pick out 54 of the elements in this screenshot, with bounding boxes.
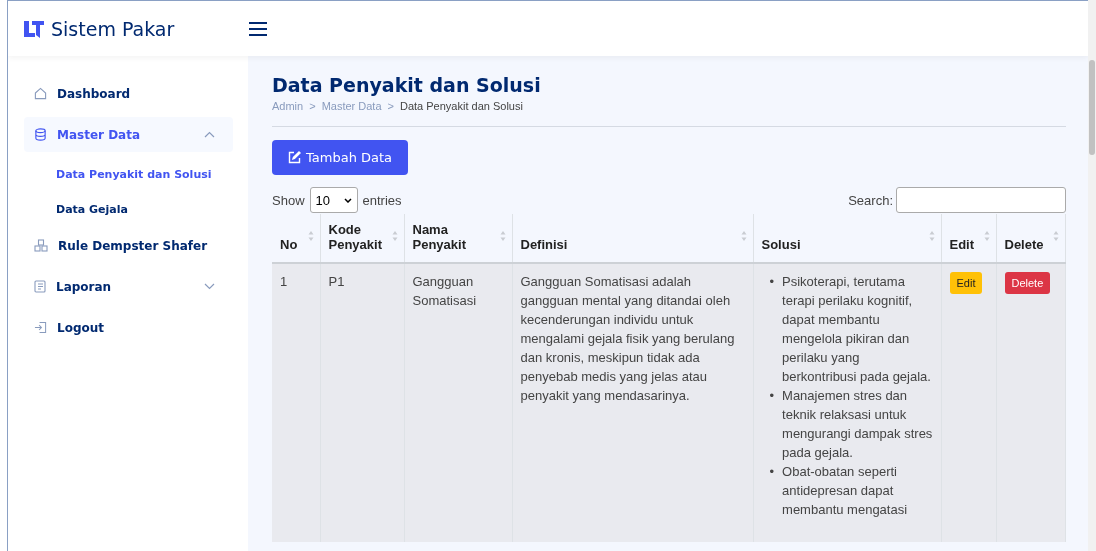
document-icon [34, 280, 46, 293]
sort-icon[interactable] [499, 230, 506, 242]
breadcrumb-separator: > [387, 100, 394, 112]
cubes-icon [34, 239, 48, 252]
column-header[interactable]: Kode Penyakit [320, 214, 404, 263]
sort-icon[interactable] [740, 230, 747, 242]
page-title: Data Penyakit dan Solusi [272, 74, 542, 96]
show-label: Show [272, 192, 305, 208]
table-cell: 1 [280, 274, 288, 289]
entries-label: entries [362, 192, 402, 208]
sort-icon[interactable] [983, 230, 990, 242]
sort-icon[interactable] [307, 230, 314, 242]
search-label: Search: [848, 192, 893, 208]
delete-button[interactable]: Delete [1004, 272, 1051, 294]
solution-text: Obat-obatan seperti antidepresan dapat membantu mengatasi [782, 463, 909, 519]
sidebar-item[interactable]: Logout [24, 310, 233, 345]
menu-icon[interactable] [248, 20, 268, 37]
edit-icon [288, 151, 301, 164]
column-header[interactable]: Solusi [753, 214, 941, 263]
home-icon [34, 87, 47, 100]
logo-icon [23, 18, 45, 39]
bullet: • [769, 387, 775, 405]
database-icon [34, 128, 47, 141]
scrollbar[interactable] [1088, 0, 1096, 551]
add-data-button[interactable]: Tambah Data [272, 140, 409, 175]
solution-text: Psikoterapi, terutama terapi perilaku kognitif, dapat membantu mengelola pikiran dan perilaku yang berkontribusi pada gejala. [782, 273, 932, 386]
column-header[interactable]: Nama Penyakit [404, 214, 512, 263]
table-cell: Gangguan Somatisasi [412, 274, 477, 308]
brand-title: Sistem Pakar [51, 17, 175, 40]
sort-icon[interactable] [928, 230, 935, 242]
column-header[interactable]: Edit [941, 214, 996, 263]
column-header[interactable]: No [272, 214, 320, 263]
sidebar-subitem[interactable]: Data Gejala [24, 193, 233, 226]
sidebar-item[interactable]: Laporan [24, 269, 233, 304]
breadcrumb-item: Data Penyakit dan Solusi [400, 100, 523, 112]
solution-text: Manajemen stres dan teknik relaksasi untuk mengurangi dampak stres pada gejala. [782, 387, 933, 462]
bullet: • [769, 463, 775, 481]
caret-icon [343, 197, 352, 203]
sidebar-subitem[interactable]: Data Penyakit dan Solusi [24, 158, 233, 191]
sort-icon[interactable] [1052, 230, 1059, 242]
logout-icon [34, 321, 47, 334]
sidebar-item[interactable]: Master Data [24, 117, 233, 152]
table-cell: Gangguan Somatisasi adalah gangguan mental yang ditandai oleh kecenderungan individu untuk mengalami gejala fisik yang berulang dan kronis, meskipun tidak ada penyebab medis yang jelas atau penyakit yang mendasarinya. [520, 274, 735, 403]
breadcrumb-separator: > [309, 100, 316, 112]
sidebar-item[interactable]: Rule Dempster Shafer [24, 228, 233, 263]
search-field[interactable] [896, 187, 1066, 213]
column-header[interactable]: Delete [996, 214, 1065, 263]
entries-select[interactable]: 10 [309, 187, 358, 213]
sidebar-item[interactable]: Dashboard [24, 76, 233, 111]
column-header[interactable]: Definisi [512, 214, 753, 263]
table-cell: P1 [328, 274, 345, 289]
bullet: • [769, 273, 775, 291]
edit-button[interactable]: Edit [949, 272, 983, 294]
sort-icon[interactable] [391, 230, 398, 242]
